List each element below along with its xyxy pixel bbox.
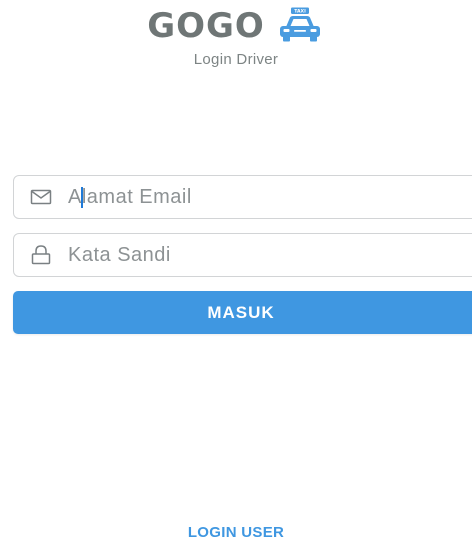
app-header: GOGO TAXI Login Driver [0,4,472,68]
password-input[interactable] [68,240,448,270]
app-title: GOGO [147,6,265,46]
brand-row: GOGO TAXI [0,4,472,48]
login-user-link[interactable]: LOGIN USER [0,524,472,541]
password-field[interactable] [13,233,472,277]
taxi-icon: TAXI [279,7,320,42]
email-field[interactable] [13,175,472,219]
email-input[interactable] [68,182,448,212]
text-cursor [81,187,83,208]
login-button[interactable]: MASUK [13,291,472,334]
page-subtitle: Login Driver [193,51,279,68]
lock-icon [31,245,51,265]
taxi-sign-text: TAXI [294,9,306,15]
mail-icon [30,189,52,205]
